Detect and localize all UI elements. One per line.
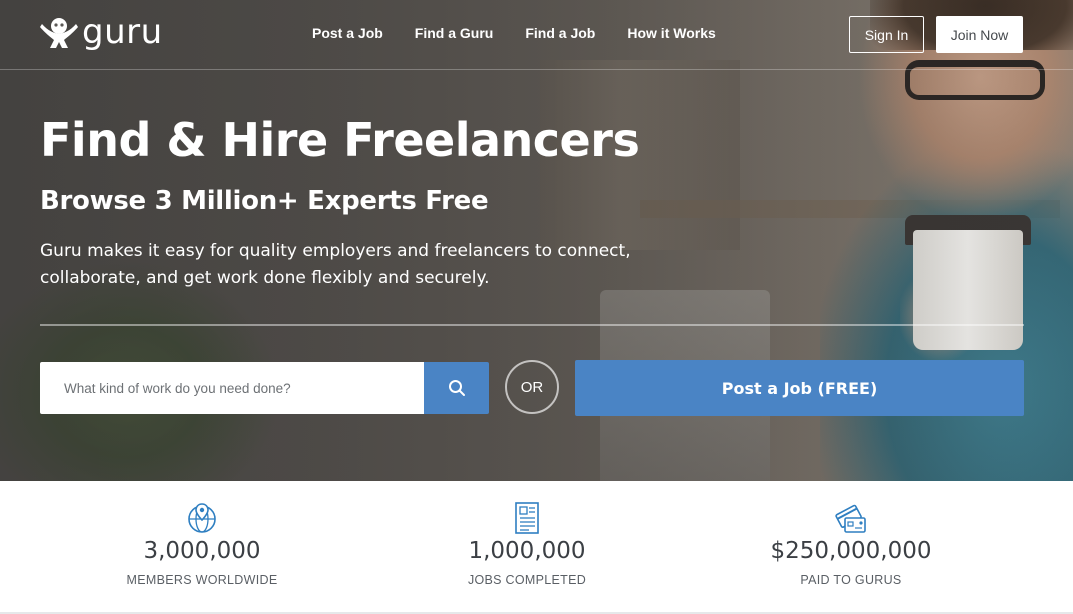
- guru-logo-text: guru: [82, 12, 163, 52]
- hero-subtitle: Browse 3 Million+ Experts Free: [40, 186, 489, 216]
- globe-pin-icon: [188, 503, 216, 533]
- nav-link-how-it-works[interactable]: How it Works: [627, 25, 715, 41]
- stat-value: $250,000,000: [770, 538, 932, 564]
- stat-paid: $250,000,000 PAID TO GURUS: [701, 481, 1001, 587]
- document-icon: [515, 502, 539, 534]
- or-separator: OR: [505, 360, 559, 414]
- stat-label: PAID TO GURUS: [800, 573, 902, 587]
- search-button[interactable]: [424, 362, 489, 414]
- stat-value: 1,000,000: [468, 538, 586, 564]
- stat-label: JOBS COMPLETED: [467, 573, 587, 587]
- nav-links: Post a Job Find a Guru Find a Job How it…: [312, 25, 748, 41]
- hero-section: guru Post a Job Find a Guru Find a Job H…: [0, 0, 1073, 481]
- guru-logo[interactable]: guru: [40, 14, 163, 50]
- top-navigation: guru Post a Job Find a Guru Find a Job H…: [0, 0, 1073, 70]
- stat-jobs: 1,000,000 JOBS COMPLETED: [377, 481, 677, 587]
- stat-label: MEMBERS WORLDWIDE: [126, 573, 278, 587]
- hero-description: Guru makes it easy for quality employers…: [40, 241, 631, 288]
- post-job-free-button[interactable]: Post a Job (FREE): [575, 360, 1024, 416]
- stat-value: 3,000,000: [143, 538, 261, 564]
- search-icon: [448, 380, 465, 396]
- join-now-button[interactable]: Join Now: [936, 16, 1023, 53]
- hero-title: Find & Hire Freelancers: [40, 113, 640, 167]
- stat-members: 3,000,000 MEMBERS WORLDWIDE: [52, 481, 352, 587]
- stats-section: 3,000,000 MEMBERS WORLDWIDE 1,000,000 JO…: [0, 481, 1073, 614]
- guru-logo-icon: [40, 18, 78, 48]
- search-input[interactable]: [40, 362, 424, 414]
- nav-link-find-a-job[interactable]: Find a Job: [525, 25, 595, 41]
- hero-divider: [40, 324, 1024, 326]
- credit-card-icon: [835, 504, 866, 533]
- sign-in-button[interactable]: Sign In: [849, 16, 924, 53]
- nav-link-post-a-job[interactable]: Post a Job: [312, 25, 383, 41]
- nav-link-find-a-guru[interactable]: Find a Guru: [415, 25, 494, 41]
